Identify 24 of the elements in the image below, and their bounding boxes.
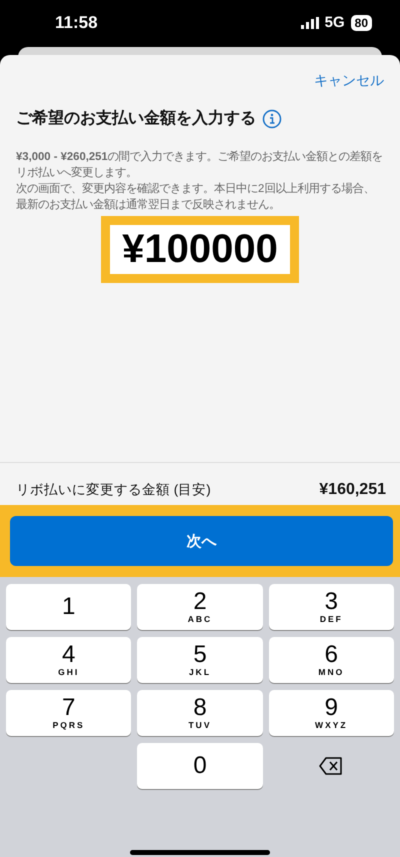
status-time: 11:58 <box>55 12 98 32</box>
summary-value: ¥160,251 <box>319 481 386 499</box>
keypad-key[interactable]: 8 TUV <box>137 690 263 736</box>
description-text: ¥3,000 - ¥260,251の間で入力できます。ご希望のお支払い金額との差額をリボ払いへ変更します。 <box>16 150 384 181</box>
keypad-key[interactable]: 3 DEF <box>268 584 394 630</box>
keypad-key[interactable]: 2 ABC <box>137 584 263 630</box>
delete-icon <box>319 757 344 775</box>
info-icon[interactable] <box>262 108 282 128</box>
amount-field[interactable]: ¥100000 <box>101 216 299 283</box>
sheet-title: ご希望のお支払い金額を入力する <box>16 108 256 129</box>
keypad-key[interactable]: 7 PQRS <box>6 690 132 736</box>
keypad-key[interactable]: 1 <box>6 584 132 630</box>
signal-icon <box>300 16 319 28</box>
keypad-key[interactable]: 5 JKL <box>137 637 263 683</box>
battery-indicator: 80 <box>350 14 372 30</box>
keypad-key[interactable]: 9 WXYZ <box>268 690 394 736</box>
keypad-key[interactable]: 0 <box>137 743 263 789</box>
keypad-key[interactable]: 4 GHI <box>6 637 132 683</box>
summary-label: リボ払いに変更する金額 (目安) <box>16 481 211 499</box>
keypad-key[interactable]: 6 MNO <box>268 637 394 683</box>
description-text: 次の画面で、変更内容を確認できます。本日中に2回以上利用する場合、最新のお支払い金額は通常翌日まで反映されません。 <box>16 181 376 213</box>
network-label: 5G <box>324 14 345 31</box>
next-button[interactable]: 次へ <box>10 516 393 566</box>
cancel-link[interactable]: キャンセル <box>314 72 384 90</box>
